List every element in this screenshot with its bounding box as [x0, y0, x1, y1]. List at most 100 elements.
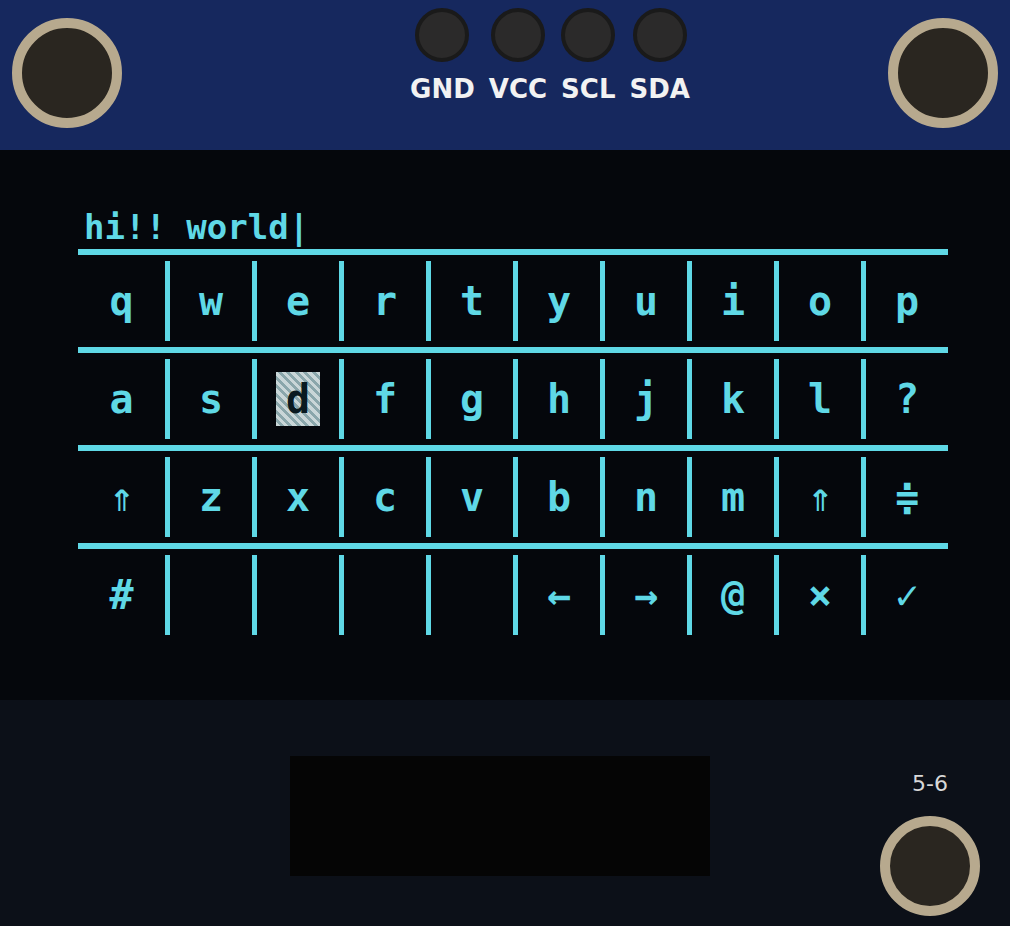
pin-label: VCC — [489, 74, 547, 104]
pin-label: SCL — [561, 74, 615, 104]
key[interactable]: k — [687, 359, 774, 439]
pin: VCC — [489, 8, 547, 104]
key[interactable]: m — [687, 457, 774, 537]
key-row: ⇑ z x c v b nm ⇑ ≑ — [78, 445, 948, 543]
key[interactable]: i — [687, 261, 774, 341]
key[interactable]: e — [252, 261, 339, 341]
key-label: × — [808, 572, 832, 618]
key[interactable]: p — [861, 261, 948, 341]
key[interactable]: j — [600, 359, 687, 439]
key-label: v — [460, 474, 484, 520]
key[interactable]: r — [339, 261, 426, 341]
mount-hole-icon — [880, 816, 980, 916]
key-label: ✓ — [895, 572, 919, 618]
key[interactable]: ⇑ — [78, 457, 165, 537]
text-input[interactable]: hi!! world| — [84, 205, 1010, 249]
key[interactable]: b — [513, 457, 600, 537]
key[interactable]: w — [165, 261, 252, 341]
key[interactable]: → — [600, 555, 687, 635]
key[interactable]: f — [339, 359, 426, 439]
key[interactable]: g — [426, 359, 513, 439]
key[interactable]: @ — [687, 555, 774, 635]
key-label: y — [547, 278, 571, 324]
key[interactable]: d — [252, 359, 339, 439]
key-label: r — [373, 278, 397, 324]
key[interactable]: # — [78, 555, 165, 635]
key[interactable] — [165, 555, 252, 635]
board-footer: 5-6 — [0, 700, 1010, 926]
key-label: ⇑ — [808, 474, 832, 520]
oled-module: GND VCC SCL SDA hi!! world| qw e r t y u i o p a sdf g h j… — [0, 0, 1010, 926]
key[interactable]: l — [774, 359, 861, 439]
key[interactable]: o — [774, 261, 861, 341]
key[interactable]: × — [774, 555, 861, 635]
key-label: ⇑ — [109, 474, 133, 520]
key-label: u — [634, 278, 658, 324]
key[interactable]: q — [78, 261, 165, 341]
key[interactable] — [339, 555, 426, 635]
key-row: a sdf g h j k l? — [78, 347, 948, 445]
key-row: # ← → @ × ✓ — [78, 543, 948, 641]
key[interactable]: t — [426, 261, 513, 341]
keyboard: qw e r t y u i o p a sdf g h j k l? ⇑ z x c v b nm ⇑ ≑ # ← → @ × ✓ — [78, 249, 948, 641]
pin-label: GND — [410, 74, 475, 104]
key-label: t — [460, 278, 484, 324]
flex-cable — [290, 756, 710, 876]
board-header: GND VCC SCL SDA — [0, 0, 1010, 150]
key-label: e — [286, 278, 310, 324]
pin: SDA — [629, 8, 689, 104]
key-label: c — [373, 474, 397, 520]
key[interactable]: ← — [513, 555, 600, 635]
key-label: # — [109, 572, 133, 618]
key-label: k — [721, 376, 745, 422]
key[interactable]: u — [600, 261, 687, 341]
key-label: s — [199, 376, 223, 422]
key[interactable]: h — [513, 359, 600, 439]
key-label: a — [109, 376, 133, 422]
key[interactable]: n — [600, 457, 687, 537]
key-label: b — [547, 474, 571, 520]
key[interactable]: ✓ — [861, 555, 948, 635]
key[interactable]: ⇑ — [774, 457, 861, 537]
key-label: h — [547, 376, 571, 422]
key-label: ? — [895, 376, 919, 422]
key-label: x — [286, 474, 310, 520]
key[interactable]: a — [78, 359, 165, 439]
key-label: g — [460, 376, 484, 422]
key-label: → — [634, 572, 658, 618]
key-label: f — [373, 376, 397, 422]
pin-icon — [561, 8, 615, 62]
key-label: @ — [721, 572, 745, 618]
key-label: i — [721, 278, 745, 324]
key-label: n — [634, 474, 658, 520]
footer-right: 5-6 — [880, 771, 980, 916]
key-label: p — [895, 278, 919, 324]
key[interactable]: ≑ — [861, 457, 948, 537]
pin: GND — [410, 8, 475, 104]
pin-icon — [415, 8, 469, 62]
key-row: qw e r t y u i o p — [78, 249, 948, 347]
key[interactable] — [252, 555, 339, 635]
pin: SCL — [561, 8, 615, 104]
pin-icon — [491, 8, 545, 62]
key[interactable]: x — [252, 457, 339, 537]
key[interactable]: s — [165, 359, 252, 439]
board-label: 5-6 — [912, 771, 948, 796]
key-label: l — [808, 376, 832, 422]
key[interactable]: z — [165, 457, 252, 537]
key[interactable]: v — [426, 457, 513, 537]
mount-hole-icon — [888, 18, 998, 128]
pin-header: GND VCC SCL SDA — [410, 8, 690, 104]
key-label: w — [199, 278, 223, 324]
key[interactable]: c — [339, 457, 426, 537]
key[interactable]: ? — [861, 359, 948, 439]
mount-hole-icon — [12, 18, 122, 128]
key-label: o — [808, 278, 832, 324]
key[interactable] — [426, 555, 513, 635]
pin-icon — [633, 8, 687, 62]
key-label: j — [634, 376, 658, 422]
key-label: ← — [547, 572, 571, 618]
key-label: z — [199, 474, 223, 520]
key-label: ≑ — [895, 474, 919, 520]
key[interactable]: y — [513, 261, 600, 341]
